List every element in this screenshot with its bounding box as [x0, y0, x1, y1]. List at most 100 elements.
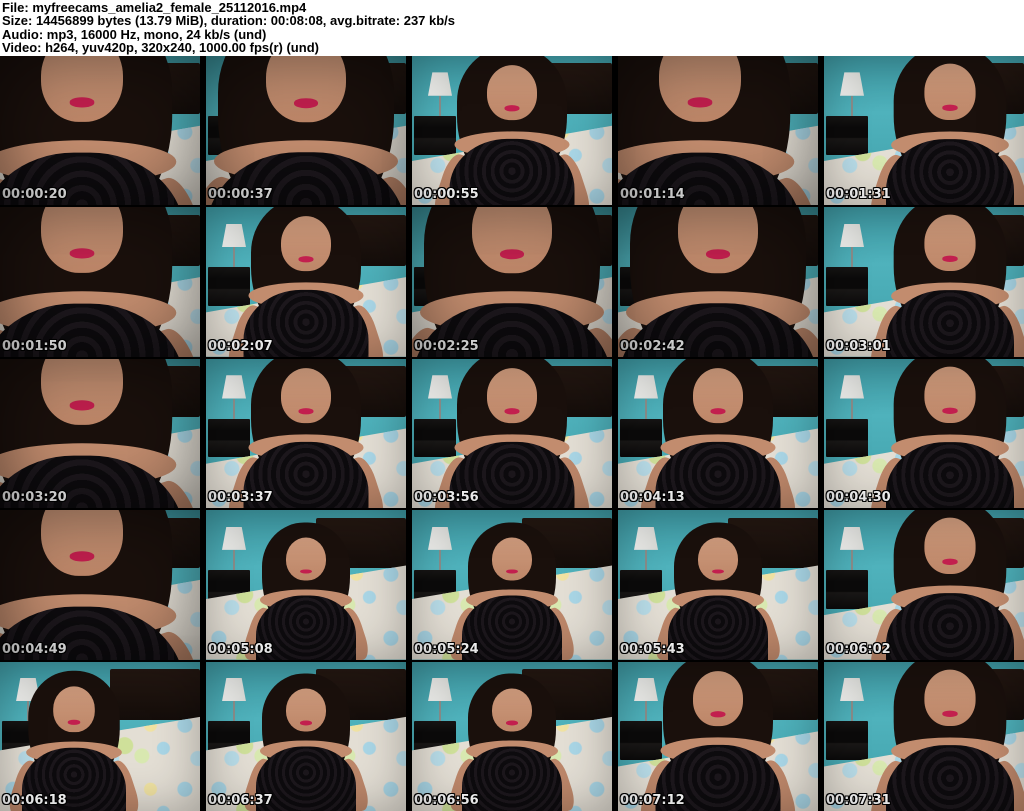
person-silhouette: [412, 358, 612, 509]
thumbnail-scene: 00:02:42: [618, 207, 818, 357]
video-thumbnail: 00:06:18: [0, 661, 200, 811]
timestamp-label: 00:03:37: [208, 490, 273, 506]
meta-file-line: File: myfreecams_amelia2_female_25112016…: [2, 0, 307, 15]
thumbnail-scene: 00:03:37: [206, 358, 406, 509]
video-thumbnail: 00:03:37: [206, 358, 406, 509]
person-silhouette: [618, 661, 818, 811]
timestamp-label: 00:07:12: [620, 792, 685, 808]
lips-shape: [299, 569, 313, 574]
person-silhouette: [412, 56, 612, 206]
video-thumbnail: 00:06:37: [206, 661, 406, 811]
thumbnail-scene: 00:05:08: [206, 510, 406, 660]
lips-shape: [941, 710, 959, 717]
thumbnail-scene: 00:01:50: [0, 207, 200, 357]
face-shape: [281, 368, 331, 423]
timestamp-label: 00:03:01: [826, 338, 891, 354]
metadata-header: File: myfreecams_amelia2_female_25112016…: [0, 0, 1024, 56]
face-shape: [693, 368, 743, 423]
video-thumbnail: 00:01:14: [618, 56, 818, 206]
person-silhouette: [206, 207, 406, 357]
person-silhouette: [412, 672, 612, 811]
face-shape: [698, 537, 738, 581]
timestamp-label: 00:05:08: [208, 641, 273, 657]
thumbnail-scene: 00:04:30: [824, 358, 1024, 509]
thumbnail-scene: 00:01:31: [824, 56, 1024, 206]
video-thumbnail: 00:03:56: [412, 358, 612, 509]
thumbnail-scene: 00:01:14: [618, 56, 818, 206]
timestamp-label: 00:02:42: [620, 338, 685, 354]
video-thumbnail: 00:06:56: [412, 661, 612, 811]
thumbnail-scene: 00:00:55: [412, 56, 612, 206]
video-thumbnail: 00:03:20: [0, 358, 200, 509]
lips-shape: [68, 552, 96, 563]
meta-audio-line: Audio: mp3, 16000 Hz, mono, 24 kb/s (und…: [2, 26, 267, 42]
person-silhouette: [0, 56, 200, 206]
video-thumbnail: 00:07:12: [618, 661, 818, 811]
thumbnail-scene: 00:07:31: [824, 661, 1024, 811]
face-shape: [924, 215, 976, 272]
face-shape: [924, 64, 976, 120]
thumbnail-scene: 00:03:20: [0, 358, 200, 509]
person-silhouette: [206, 358, 406, 509]
thumbnail-scene: 00:07:12: [618, 661, 818, 811]
person-silhouette: [412, 521, 612, 660]
lips-shape: [68, 98, 96, 108]
face-shape: [924, 366, 976, 423]
person-silhouette: [618, 358, 818, 509]
timestamp-label: 00:01:31: [826, 187, 891, 203]
timestamp-label: 00:06:56: [414, 792, 479, 808]
meta-size-line: Size: 14456899 bytes (13.79 MiB), durati…: [2, 13, 456, 29]
thumbnail-scene: 00:04:49: [0, 510, 200, 660]
thumbnail-scene: 00:00:20: [0, 56, 200, 206]
timestamp-label: 00:02:25: [414, 338, 479, 354]
lips-shape: [299, 720, 313, 726]
thumbnail-scene: 00:05:24: [412, 510, 612, 660]
thumbnail-scene: 00:05:43: [618, 510, 818, 660]
person-silhouette: [0, 207, 200, 357]
timestamp-label: 00:00:20: [2, 187, 67, 203]
lips-shape: [941, 256, 959, 263]
face-shape: [693, 671, 743, 726]
face-shape: [286, 537, 326, 581]
lips-shape: [505, 569, 519, 574]
person-silhouette: [824, 56, 1024, 206]
thumbnail-scene: 00:06:02: [824, 510, 1024, 660]
lips-shape: [503, 408, 520, 415]
person-silhouette: [618, 207, 818, 357]
lips-shape: [503, 105, 520, 112]
video-thumbnail: 00:00:55: [412, 56, 612, 206]
lips-shape: [705, 250, 731, 261]
lips-shape: [68, 401, 96, 411]
timestamp-label: 00:03:56: [414, 490, 479, 506]
lips-shape: [297, 257, 314, 264]
meta-video-line: Video: h264, yuv420p, 320x240, 1000.00 f…: [2, 40, 319, 56]
face-shape: [487, 368, 537, 423]
lips-shape: [686, 98, 714, 108]
timestamp-label: 00:06:18: [2, 792, 67, 808]
timestamp-label: 00:04:30: [826, 490, 891, 506]
person-silhouette: [0, 669, 178, 811]
thumbnail-scene: 00:03:56: [412, 358, 612, 509]
video-thumbnail: 00:07:31: [824, 661, 1024, 811]
lips-shape: [711, 569, 725, 574]
thumbnail-scene: 00:06:18: [0, 661, 200, 811]
lips-shape: [941, 559, 959, 566]
video-thumbnail: 00:04:49: [0, 510, 200, 660]
timestamp-label: 00:04:13: [620, 490, 685, 506]
video-thumbnail: 00:05:08: [206, 510, 406, 660]
video-thumbnail: 00:02:25: [412, 207, 612, 357]
person-silhouette: [824, 207, 1024, 357]
thumbnail-scene: 00:00:37: [206, 56, 406, 206]
video-thumbnail: 00:01:31: [824, 56, 1024, 206]
lips-shape: [293, 99, 319, 109]
person-silhouette: [0, 510, 200, 660]
thumbnail-scene: 00:02:25: [412, 207, 612, 357]
lips-shape: [297, 408, 314, 415]
timestamp-label: 00:02:07: [208, 338, 273, 354]
person-silhouette: [0, 358, 200, 509]
person-silhouette: [824, 358, 1024, 509]
timestamp-label: 00:00:55: [414, 187, 479, 203]
video-thumbnail: 00:01:50: [0, 207, 200, 357]
thumbnail-scene: 00:03:01: [824, 207, 1024, 357]
face-shape: [281, 217, 331, 272]
